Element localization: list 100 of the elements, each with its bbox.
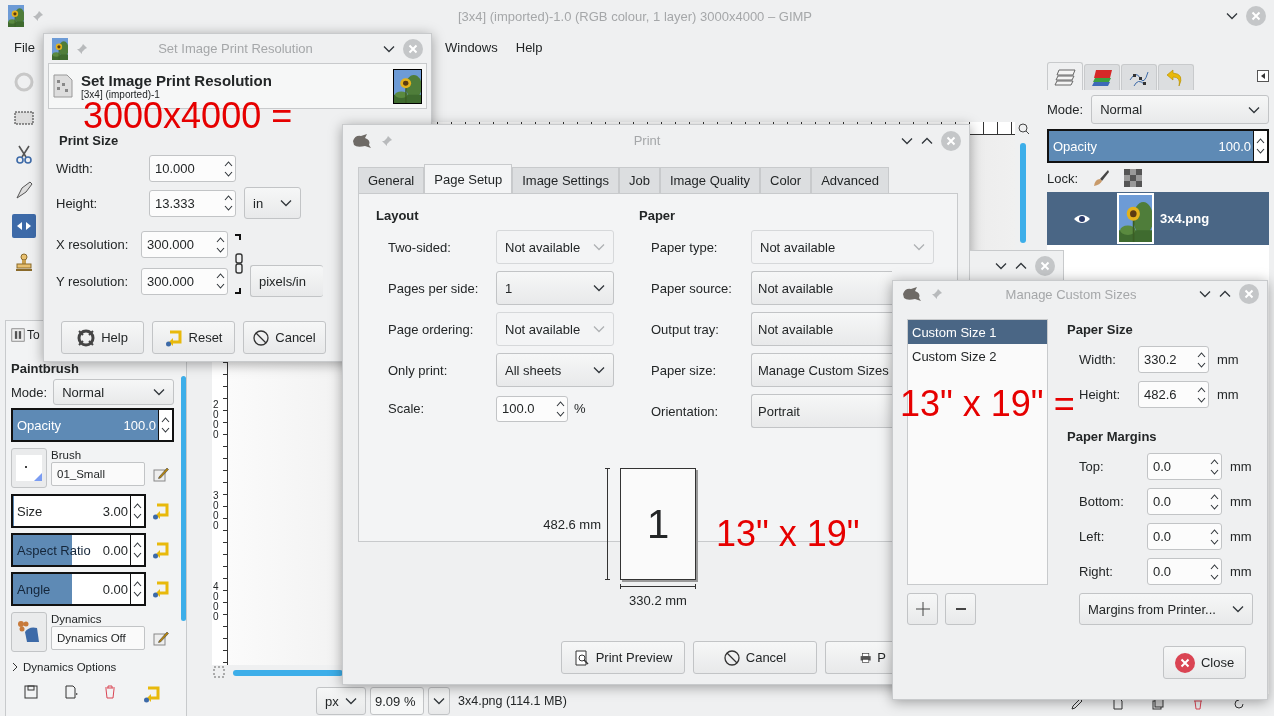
tab[interactable]: Image Settings [512, 167, 619, 193]
refresh-icon[interactable] [1232, 698, 1245, 710]
reset-icon[interactable] [152, 580, 170, 598]
panel-tab[interactable]: To [27, 328, 40, 342]
duplicate-icon[interactable] [1151, 698, 1164, 710]
sliders-icon[interactable] [11, 328, 25, 342]
section-heading: Paper Margins [1067, 429, 1158, 446]
mode-dropdown[interactable]: Normal [1091, 95, 1269, 124]
menu-item[interactable]: File [14, 39, 35, 55]
spinner-icon[interactable] [224, 193, 233, 213]
dropdown[interactable]: All sheets [496, 353, 614, 387]
spinner-icon[interactable] [1197, 349, 1206, 370]
expander[interactable]: Dynamics Options [11, 659, 174, 675]
save-icon[interactable] [23, 685, 38, 699]
reset-icon[interactable] [143, 685, 162, 703]
edit-icon[interactable] [153, 630, 169, 646]
delete-icon[interactable] [1192, 698, 1205, 710]
dialog-button[interactable]: Cancel [243, 321, 326, 354]
number-field[interactable]: 300.000 [141, 231, 228, 258]
number-field[interactable]: 10.000 [149, 155, 236, 182]
reset-icon[interactable] [164, 328, 183, 347]
document-icon[interactable] [63, 685, 78, 699]
tool-button[interactable] [12, 214, 36, 238]
number-field[interactable]: 330.2 [1138, 346, 1209, 373]
dialog-button[interactable]: Help [61, 321, 144, 354]
add-button[interactable] [907, 593, 938, 625]
mode-label: Mode: [1047, 102, 1084, 117]
tab[interactable]: Advanced [811, 167, 889, 193]
spinner-icon[interactable] [1210, 456, 1219, 477]
menu-icon[interactable] [1257, 70, 1269, 82]
list-item[interactable]: Custom Size 1 [908, 320, 1047, 344]
number-field[interactable]: 0.0 [1147, 558, 1222, 585]
number-field[interactable]: 482.6 [1138, 381, 1209, 408]
pencil-icon[interactable] [1071, 698, 1084, 710]
zoom-field[interactable]: 9.09 % [370, 687, 424, 715]
spinner-icon[interactable] [216, 271, 225, 291]
margins-dropdown[interactable]: Margins from Printer... [1079, 593, 1253, 625]
mode-dropdown[interactable]: Normal [53, 379, 174, 405]
close-button[interactable]: Close [1163, 646, 1246, 679]
scrollbar[interactable] [233, 669, 343, 676]
dropdown[interactable]: 1 [496, 271, 614, 305]
menu-item[interactable]: Help [515, 39, 543, 55]
checker-icon[interactable] [1124, 169, 1143, 187]
unit-dropdown[interactable]: pixels/in [250, 265, 323, 297]
unit-label: mm [1230, 529, 1252, 544]
zoom-icon[interactable] [1015, 122, 1030, 135]
unit-dropdown[interactable]: in [244, 187, 301, 219]
dropdown[interactable]: Portrait [751, 394, 892, 428]
spinner-icon[interactable] [1256, 136, 1265, 156]
layer-row[interactable]: 3x4.png [1047, 192, 1269, 245]
dialog-button[interactable]: P [825, 641, 892, 674]
list-item[interactable]: Custom Size 2 [908, 344, 1047, 368]
number-field[interactable]: 100.0 [496, 395, 568, 422]
number-field[interactable]: 13.333 [149, 189, 236, 217]
dialog-button[interactable]: Cancel [693, 641, 817, 674]
chevron-down-icon [1226, 12, 1238, 20]
scrollbar[interactable] [1019, 143, 1026, 243]
spinner-icon[interactable] [1210, 561, 1219, 582]
dialog-button[interactable]: Reset [152, 321, 235, 354]
eye-icon[interactable] [1073, 213, 1091, 224]
dynamics-field[interactable]: Dynamics Off [51, 626, 145, 650]
number-field[interactable]: 300.000 [141, 267, 228, 295]
spinner-icon[interactable] [133, 501, 142, 521]
chain-link-icon[interactable] [234, 234, 244, 294]
brush-field[interactable]: 01_Small [51, 462, 145, 486]
brush-preview[interactable] [11, 448, 47, 488]
number-field[interactable]: 0.0 [1147, 488, 1222, 515]
reset-icon[interactable] [152, 502, 170, 520]
tab[interactable]: Job [618, 167, 660, 193]
dialog-button[interactable]: Print Preview [561, 641, 685, 674]
scrollbar[interactable] [181, 376, 186, 621]
edit-icon[interactable] [153, 466, 169, 482]
dropdown[interactable]: Manage Custom Sizes [751, 353, 892, 387]
zoom-dropdown[interactable] [428, 687, 450, 715]
tab[interactable]: Color [760, 167, 812, 193]
reset-icon[interactable] [152, 541, 170, 559]
dropdown[interactable]: Not available [751, 312, 892, 346]
spinner-icon[interactable] [161, 415, 170, 435]
dynamics-button[interactable] [11, 612, 47, 652]
tab[interactable]: General [358, 167, 425, 193]
unit-dropdown[interactable]: px [316, 687, 366, 715]
menu-item[interactable]: Windows [445, 39, 498, 55]
spinner-icon[interactable] [1197, 384, 1206, 405]
number-field[interactable]: 0.0 [1147, 453, 1222, 480]
dropdown[interactable]: Not available [751, 271, 892, 305]
spinner-icon[interactable] [133, 579, 142, 599]
tab[interactable]: Page Setup [424, 164, 513, 193]
paintbrush-icon[interactable] [1092, 169, 1111, 187]
spinner-icon[interactable] [1210, 526, 1219, 547]
chevron-down-icon [280, 199, 292, 207]
spinner-icon[interactable] [216, 234, 225, 255]
dock-tab[interactable] [1121, 64, 1157, 90]
spinner-icon[interactable] [556, 398, 565, 419]
number-field[interactable]: 0.0 [1147, 523, 1222, 550]
tab[interactable]: Image Quality [659, 167, 761, 193]
document-icon[interactable] [1111, 698, 1124, 710]
spinner-icon[interactable] [224, 158, 233, 179]
spinner-icon[interactable] [133, 540, 142, 560]
spinner-icon[interactable] [1210, 491, 1219, 512]
delete-icon[interactable] [103, 685, 118, 699]
